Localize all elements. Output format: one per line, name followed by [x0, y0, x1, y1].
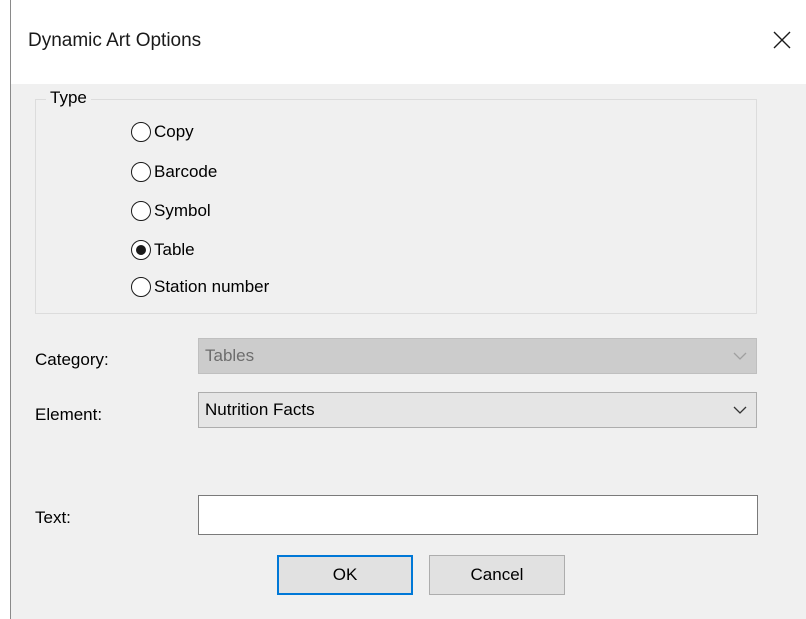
close-x-icon	[773, 31, 791, 49]
dynamic-art-options-dialog: Dynamic Art Options Type Copy Barcode Sy…	[10, 0, 806, 619]
radio-selected-icon	[131, 240, 151, 260]
radio-barcode-label: Barcode	[154, 162, 218, 181]
radio-copy[interactable]: Copy	[131, 119, 194, 145]
category-value: Tables	[205, 346, 255, 365]
ok-button[interactable]: OK	[277, 555, 413, 595]
radio-circle-icon	[131, 122, 151, 142]
radio-station-number-label: Station number	[154, 277, 270, 296]
radio-table-label: Table	[154, 240, 195, 259]
radio-dot-icon	[136, 245, 146, 255]
radio-circle-icon	[131, 277, 151, 297]
text-label: Text:	[35, 508, 71, 527]
element-value: Nutrition Facts	[205, 400, 315, 419]
radio-copy-label: Copy	[154, 122, 194, 141]
radio-symbol-label: Symbol	[154, 201, 211, 220]
title-bar: Dynamic Art Options	[11, 0, 806, 84]
element-combobox[interactable]: Nutrition Facts	[198, 392, 757, 428]
radio-station-number[interactable]: Station number	[131, 274, 269, 300]
text-input[interactable]	[198, 495, 758, 535]
close-icon[interactable]	[760, 20, 804, 60]
dialog-title: Dynamic Art Options	[28, 30, 202, 51]
type-group-label: Type	[46, 88, 91, 108]
radio-circle-icon	[131, 201, 151, 221]
radio-barcode[interactable]: Barcode	[131, 159, 217, 185]
cancel-button[interactable]: Cancel	[429, 555, 565, 595]
element-label: Element:	[35, 405, 103, 424]
chevron-down-icon	[733, 352, 747, 360]
radio-symbol[interactable]: Symbol	[131, 198, 211, 224]
chevron-down-icon	[733, 406, 747, 414]
type-groupbox: Type Copy Barcode Symbol Table Station n…	[35, 88, 757, 314]
radio-circle-icon	[131, 162, 151, 182]
category-label: Category:	[35, 350, 109, 369]
category-combobox: Tables	[198, 338, 757, 374]
radio-table[interactable]: Table	[131, 237, 195, 263]
